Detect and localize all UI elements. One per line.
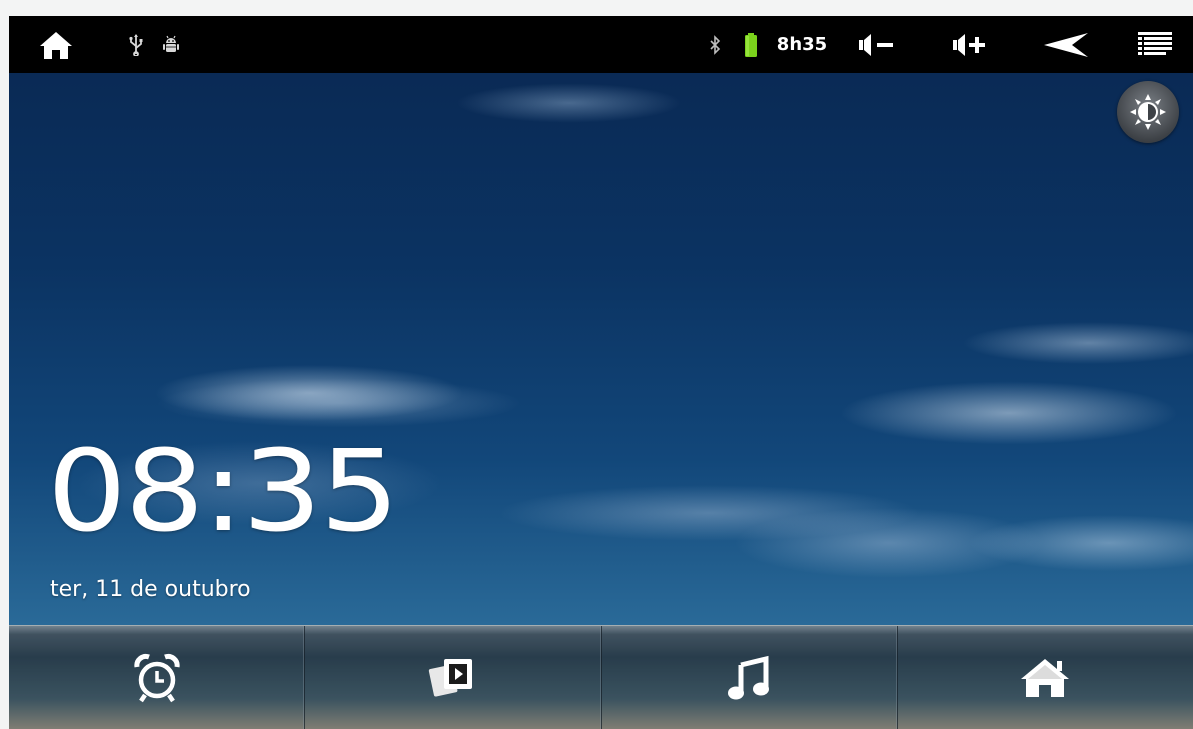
lock-screen-date: ter, 11 de outubro	[50, 577, 251, 602]
status-time: 8h35	[776, 34, 828, 55]
bluetooth-icon	[705, 16, 725, 73]
lock-screen-clock: 08:35	[47, 427, 400, 557]
alarm-clock-icon	[134, 653, 180, 703]
status-bar: 8h35	[9, 16, 1193, 73]
android-debug-icon	[159, 16, 183, 73]
brightness-button[interactable]	[1117, 81, 1179, 143]
dock-alarm-button[interactable]	[9, 626, 306, 729]
volume-up-icon[interactable]	[949, 16, 997, 73]
home-icon	[1021, 659, 1070, 697]
usb-icon	[124, 16, 148, 73]
menu-icon[interactable]	[1131, 16, 1179, 73]
dock-gallery-button[interactable]	[305, 626, 602, 729]
bottom-dock	[9, 625, 1193, 729]
dock-home-button[interactable]	[898, 626, 1193, 729]
dock-music-button[interactable]	[602, 626, 898, 729]
brightness-icon	[1130, 94, 1166, 130]
device-screen: 8h35 08:35 ter, 11 de outubro	[9, 16, 1193, 729]
volume-down-icon[interactable]	[855, 16, 903, 73]
music-icon	[728, 655, 770, 700]
back-icon[interactable]	[1039, 16, 1095, 73]
gallery-icon	[428, 659, 472, 697]
home-icon[interactable]	[31, 16, 81, 73]
battery-icon	[741, 16, 761, 73]
status-clock: 8h35	[774, 16, 830, 73]
